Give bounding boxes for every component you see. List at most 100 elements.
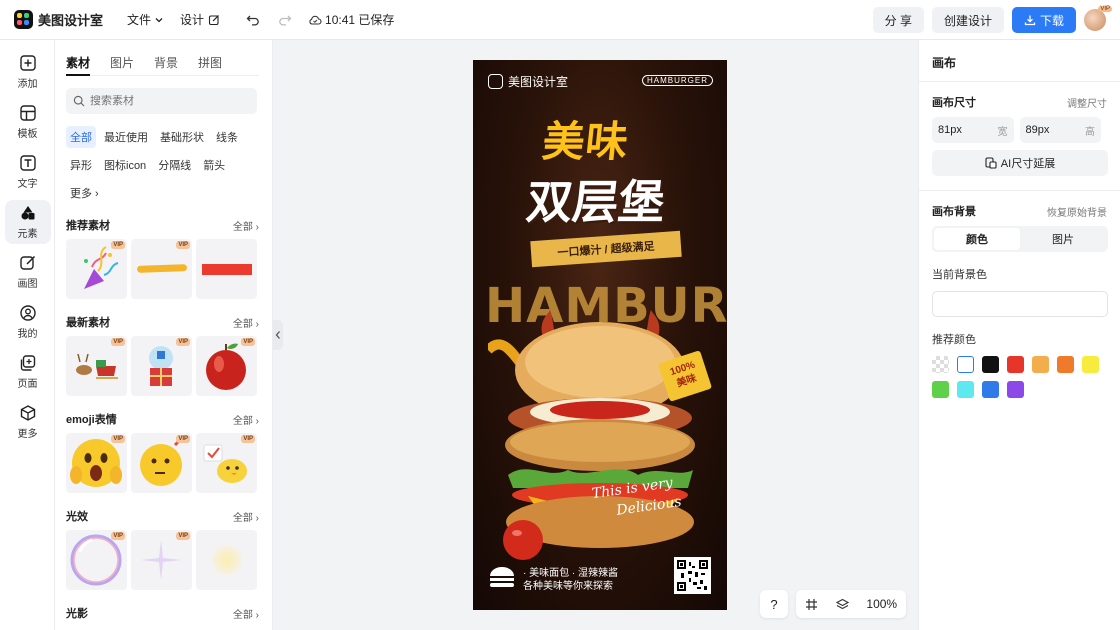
color-swatch[interactable]: [932, 381, 949, 398]
chip-lines[interactable]: 线条: [212, 126, 242, 148]
snow-globe-gift-thumb[interactable]: VIP: [131, 336, 192, 396]
vip-badge: VIP: [111, 338, 125, 346]
color-swatch[interactable]: [932, 356, 949, 373]
see-all-link[interactable]: 全部 ›: [233, 412, 259, 427]
bubble-thumb[interactable]: VIP: [66, 530, 127, 590]
red-apple-thumb[interactable]: VIP: [196, 336, 257, 396]
chick-emoji-thumb[interactable]: VIP: [196, 433, 257, 493]
share-button[interactable]: 分 享: [872, 7, 924, 33]
vip-badge: VIP: [176, 532, 190, 540]
chip-more-label: 更多: [70, 188, 92, 200]
app-logo[interactable]: 美图设计室: [14, 10, 103, 29]
thinking-emoji-thumb[interactable]: VIP: [131, 433, 192, 493]
canvas-size-label: 画布尺寸: [932, 97, 976, 109]
cube-icon: [20, 405, 35, 421]
create-design-button[interactable]: 创建设计: [931, 7, 1004, 33]
width-field[interactable]: 81px 宽: [932, 117, 1014, 143]
zoom-bar: 100%: [796, 590, 906, 618]
user-icon: [19, 305, 36, 321]
rail-item-more[interactable]: 更多: [0, 398, 55, 446]
reindeer-sleigh-thumb[interactable]: VIP: [66, 336, 127, 396]
color-swatch[interactable]: [1007, 381, 1024, 398]
help-button[interactable]: ?: [760, 590, 788, 618]
thumb-row: VIP VIP VIP: [66, 336, 272, 396]
color-swatch[interactable]: [1082, 356, 1099, 373]
chip-arrows[interactable]: 箭头: [199, 154, 229, 176]
grid-icon[interactable]: [805, 598, 818, 611]
section-light-shadow: 光影 全部 ›: [66, 606, 259, 621]
ai-size-extend-button[interactable]: AI尺寸延展: [932, 150, 1108, 176]
chip-irregular[interactable]: 异形: [66, 154, 96, 176]
rail-item-template[interactable]: 模板: [0, 98, 55, 146]
party-popper-thumb[interactable]: VIP: [66, 239, 127, 299]
collapse-panel-handle[interactable]: [273, 320, 283, 350]
rail-label-page: 页面: [17, 379, 38, 390]
chip-icons[interactable]: 图标icon: [100, 154, 150, 176]
asset-tabs: 素材 图片 背景 拼图: [66, 54, 259, 76]
restore-bg-link[interactable]: 恢复原始背景: [1047, 204, 1107, 219]
redo-button[interactable]: [278, 13, 292, 27]
see-all-link[interactable]: 全部 ›: [233, 606, 259, 621]
color-swatch[interactable]: [982, 381, 999, 398]
see-all-label: 全部: [232, 221, 253, 233]
height-field[interactable]: 89px 高: [1019, 117, 1101, 143]
app-name: 美图设计室: [38, 13, 104, 28]
tab-collage[interactable]: 拼图: [198, 54, 222, 75]
section-title: 最新素材: [66, 317, 110, 329]
qr-code-icon: [677, 560, 708, 591]
chip-more[interactable]: 更多 ›: [66, 182, 103, 204]
current-bg-color-field[interactable]: [932, 291, 1108, 317]
design-menu[interactable]: 设计: [180, 11, 220, 28]
rail-item-element[interactable]: 元素: [0, 198, 55, 246]
ai-resize-icon: [985, 157, 997, 169]
color-swatch[interactable]: [1057, 356, 1074, 373]
size-row: 画布尺寸 调整尺寸: [932, 94, 1107, 110]
download-button[interactable]: 下载: [1011, 7, 1076, 33]
color-swatch[interactable]: [982, 356, 999, 373]
poster-ribbon: 一口爆汁 / 超级满足: [530, 230, 682, 268]
tab-backgrounds[interactable]: 背景: [154, 54, 178, 75]
tab-images[interactable]: 图片: [110, 54, 134, 75]
yellow-stroke-thumb[interactable]: VIP: [131, 239, 192, 299]
chip-basic-shapes[interactable]: 基础形状: [156, 126, 208, 148]
shocked-emoji-thumb[interactable]: VIP: [66, 433, 127, 493]
rail-item-draw[interactable]: 画图: [0, 248, 55, 296]
color-swatches: [932, 356, 1112, 406]
thumb-row: VIP VIP VIP: [66, 433, 272, 493]
chip-all[interactable]: 全部: [66, 126, 96, 148]
sparkle-thumb[interactable]: VIP: [131, 530, 192, 590]
vip-badge: VIP: [111, 435, 125, 443]
left-rail: 添加 模板 文字 元素 画图 我的 页面 更多: [0, 40, 55, 630]
rail-item-add[interactable]: 添加: [0, 48, 55, 96]
rail-label-more: 更多: [17, 429, 38, 440]
rail-item-text[interactable]: 文字: [0, 148, 55, 196]
chip-dividers[interactable]: 分隔线: [154, 154, 195, 176]
tab-materials[interactable]: 素材: [66, 54, 91, 76]
adjust-size-link[interactable]: 调整尺寸: [1067, 95, 1107, 110]
zoom-level[interactable]: 100%: [866, 597, 897, 611]
color-swatch[interactable]: [957, 356, 974, 373]
layers-icon[interactable]: [835, 598, 849, 611]
chip-recent[interactable]: 最近使用: [100, 126, 152, 148]
poster-canvas[interactable]: 美图设计室 HAMBURGER 美味 双层堡 一口爆汁 / 超级满足 HAMBU…: [473, 60, 727, 610]
color-swatch[interactable]: [957, 381, 974, 398]
file-menu[interactable]: 文件: [127, 11, 164, 28]
red-bar-thumb[interactable]: [196, 239, 257, 299]
see-all-link[interactable]: 全部 ›: [233, 509, 259, 524]
asset-search[interactable]: [66, 88, 257, 114]
search-input[interactable]: [90, 95, 240, 107]
rail-item-page[interactable]: 页面: [0, 348, 55, 396]
chevron-left-icon: [275, 331, 280, 339]
user-avatar[interactable]: VIP: [1084, 6, 1112, 31]
rail-item-mine[interactable]: 我的: [0, 298, 55, 346]
color-swatch[interactable]: [1007, 356, 1024, 373]
see-all-link[interactable]: 全部 ›: [233, 315, 259, 330]
color-swatch[interactable]: [1032, 356, 1049, 373]
see-all-link[interactable]: 全部 ›: [233, 218, 259, 233]
canvas-bg-label: 画布背景: [932, 206, 976, 218]
bg-type-color[interactable]: 颜色: [934, 228, 1020, 250]
bg-type-image[interactable]: 图片: [1020, 228, 1106, 250]
undo-button[interactable]: [246, 13, 260, 27]
glow-thumb[interactable]: [196, 530, 257, 590]
panel-title: 画布: [932, 56, 957, 70]
